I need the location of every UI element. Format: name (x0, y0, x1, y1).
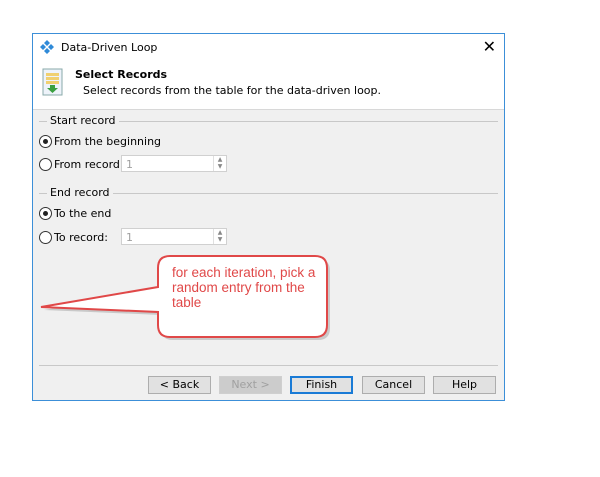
annotation-text: for each iteration, pick a random entry … (172, 265, 316, 310)
annotation-callout (40, 255, 330, 340)
